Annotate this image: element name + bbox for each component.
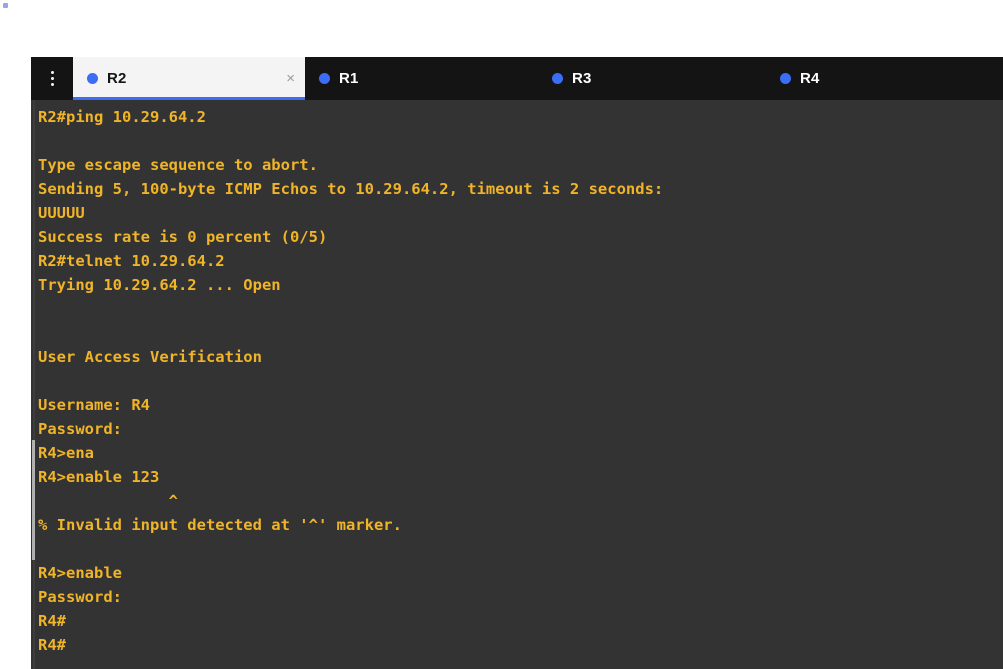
- tab-r2[interactable]: R2 ×: [73, 57, 305, 100]
- console-output-area[interactable]: R2#ping 10.29.64.2 Type escape sequence …: [31, 100, 1003, 669]
- overflow-menu-button[interactable]: [31, 57, 73, 100]
- scrollbar-track[interactable]: [33, 100, 35, 669]
- tab-label: R2: [107, 70, 127, 87]
- tab-label: R1: [339, 70, 359, 87]
- blue-dot-icon: [780, 73, 791, 84]
- tab-r1[interactable]: R1: [305, 57, 538, 100]
- terminal-window: R2 × R1 R3 R4 R2#ping 10.29.64.2 Type es…: [31, 57, 1003, 669]
- kebab-menu-icon: [50, 71, 54, 74]
- tab-r3[interactable]: R3: [538, 57, 766, 100]
- app-root: R2 × R1 R3 R4 R2#ping 10.29.64.2 Type es…: [0, 0, 1003, 669]
- tab-bar: R2 × R1 R3 R4: [31, 57, 1003, 100]
- kebab-menu-icon: [50, 83, 54, 86]
- scrollbar-thumb[interactable]: [32, 440, 35, 560]
- blue-dot-icon: [552, 73, 563, 84]
- console-text: R2#ping 10.29.64.2 Type escape sequence …: [38, 108, 664, 654]
- close-icon[interactable]: ×: [262, 71, 295, 86]
- tab-r4[interactable]: R4: [766, 57, 1002, 100]
- tab-label: R4: [800, 70, 820, 87]
- blue-dot-icon: [87, 73, 98, 84]
- corner-artifact: [3, 3, 8, 8]
- kebab-menu-icon: [50, 77, 54, 80]
- blue-dot-icon: [319, 73, 330, 84]
- tab-label: R3: [572, 70, 592, 87]
